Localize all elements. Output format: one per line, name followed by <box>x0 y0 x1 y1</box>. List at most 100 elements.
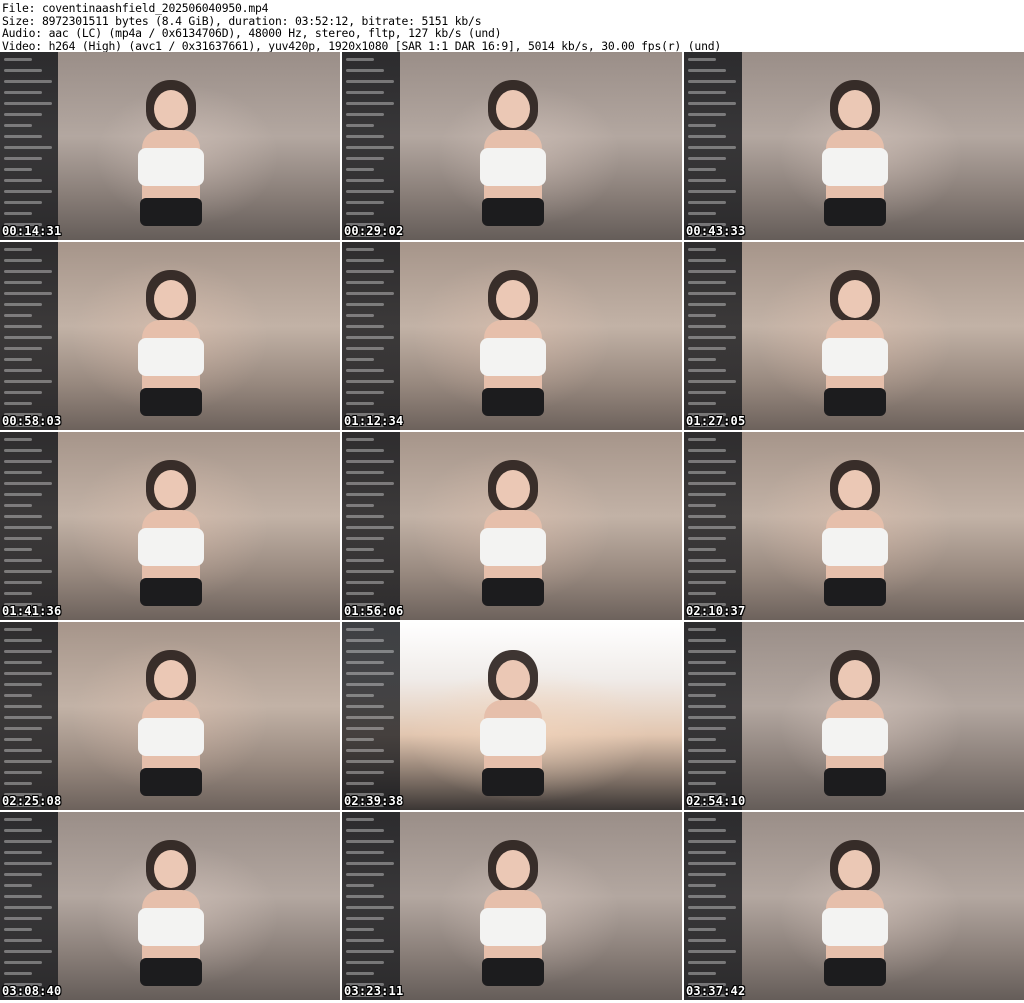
person-figure <box>466 839 558 986</box>
overlay-line <box>346 212 374 215</box>
figure-face <box>154 469 188 508</box>
overlay-line <box>346 818 374 821</box>
overlay-line <box>688 917 726 920</box>
overlay-line <box>346 482 394 485</box>
overlay-line <box>346 727 384 730</box>
figure-face <box>496 849 530 888</box>
stream-overlay-panel <box>684 622 742 810</box>
overlay-line <box>688 69 726 72</box>
figure-face <box>154 659 188 698</box>
person-figure <box>466 269 558 416</box>
overlay-line <box>4 683 42 686</box>
overlay-line <box>688 91 726 94</box>
figure-face <box>838 279 872 318</box>
figure-shorts <box>482 387 544 416</box>
overlay-line <box>346 683 384 686</box>
overlay-text-lines <box>346 438 396 620</box>
stream-overlay-panel <box>342 242 400 430</box>
overlay-line <box>4 537 42 540</box>
overlay-line <box>346 449 384 452</box>
figure-face <box>154 89 188 128</box>
figure-top <box>822 527 888 566</box>
overlay-line <box>346 939 384 942</box>
overlay-line <box>688 884 716 887</box>
overlay-line <box>4 303 42 306</box>
overlay-line <box>4 884 32 887</box>
stream-overlay-panel <box>342 812 400 1000</box>
overlay-line <box>4 190 52 193</box>
overlay-line <box>688 493 726 496</box>
overlay-line <box>4 113 42 116</box>
overlay-line <box>688 771 726 774</box>
figure-top <box>138 527 204 566</box>
overlay-line <box>4 248 32 251</box>
person-figure <box>466 459 558 606</box>
overlay-line <box>346 146 394 149</box>
figure-top <box>138 147 204 186</box>
overlay-line <box>4 818 32 821</box>
stream-overlay-panel <box>0 242 58 430</box>
overlay-line <box>688 548 716 551</box>
overlay-line <box>346 694 374 697</box>
figure-top <box>138 337 204 376</box>
overlay-line <box>346 884 374 887</box>
overlay-line <box>4 482 52 485</box>
overlay-line <box>688 818 716 821</box>
overlay-line <box>4 570 52 573</box>
thumbnail-timestamp: 01:56:06 <box>344 604 404 618</box>
video-thumbnail: 01:12:34 <box>342 242 682 430</box>
video-thumbnail: 01:41:36 <box>0 432 340 620</box>
overlay-line <box>4 135 42 138</box>
overlay-line <box>688 102 736 105</box>
overlay-line <box>4 961 42 964</box>
overlay-text-lines <box>346 58 396 240</box>
overlay-line <box>346 672 394 675</box>
stream-overlay-panel <box>684 52 742 240</box>
overlay-line <box>346 972 374 975</box>
figure-top <box>480 527 546 566</box>
overlay-line <box>4 782 32 785</box>
thumbnail-grid: 00:14:31 00:29:02 00:43:33 00:58:03 01:12:34… <box>0 52 1024 1003</box>
overlay-line <box>346 906 394 909</box>
overlay-line <box>688 961 726 964</box>
thumbnail-timestamp: 01:12:34 <box>344 414 404 428</box>
overlay-line <box>346 248 374 251</box>
overlay-line <box>688 683 726 686</box>
overlay-line <box>688 402 716 405</box>
overlay-text-lines <box>688 248 738 430</box>
audio-info-line: Audio: aac (LC) (mp4a / 0x6134706D), 480… <box>2 26 502 40</box>
overlay-line <box>4 548 32 551</box>
overlay-line <box>688 358 716 361</box>
overlay-text-lines <box>4 248 54 430</box>
overlay-line <box>688 179 726 182</box>
overlay-line <box>688 694 716 697</box>
overlay-line <box>4 771 42 774</box>
overlay-line <box>688 650 736 653</box>
overlay-line <box>688 146 736 149</box>
overlay-line <box>4 917 42 920</box>
overlay-line <box>688 292 736 295</box>
overlay-line <box>688 347 726 350</box>
stream-overlay-panel <box>342 432 400 620</box>
thumbnail-timestamp: 02:39:38 <box>344 794 404 808</box>
overlay-line <box>4 402 32 405</box>
thumbnail-timestamp: 02:10:37 <box>686 604 746 618</box>
overlay-line <box>346 829 384 832</box>
overlay-line <box>4 939 42 942</box>
video-thumbnail: 02:54:10 <box>684 622 1024 810</box>
stream-overlay-panel <box>0 52 58 240</box>
overlay-text-lines <box>4 438 54 620</box>
figure-shorts <box>140 577 202 606</box>
overlay-line <box>4 628 32 631</box>
overlay-line <box>346 771 384 774</box>
overlay-line <box>4 738 32 741</box>
overlay-line <box>346 58 374 61</box>
figure-shorts <box>482 197 544 226</box>
overlay-line <box>4 928 32 931</box>
thumbnail-timestamp: 00:58:03 <box>2 414 62 428</box>
figure-shorts <box>824 387 886 416</box>
video-thumbnail: 02:25:08 <box>0 622 340 810</box>
overlay-line <box>688 738 716 741</box>
figure-shorts <box>482 767 544 796</box>
overlay-line <box>688 80 736 83</box>
